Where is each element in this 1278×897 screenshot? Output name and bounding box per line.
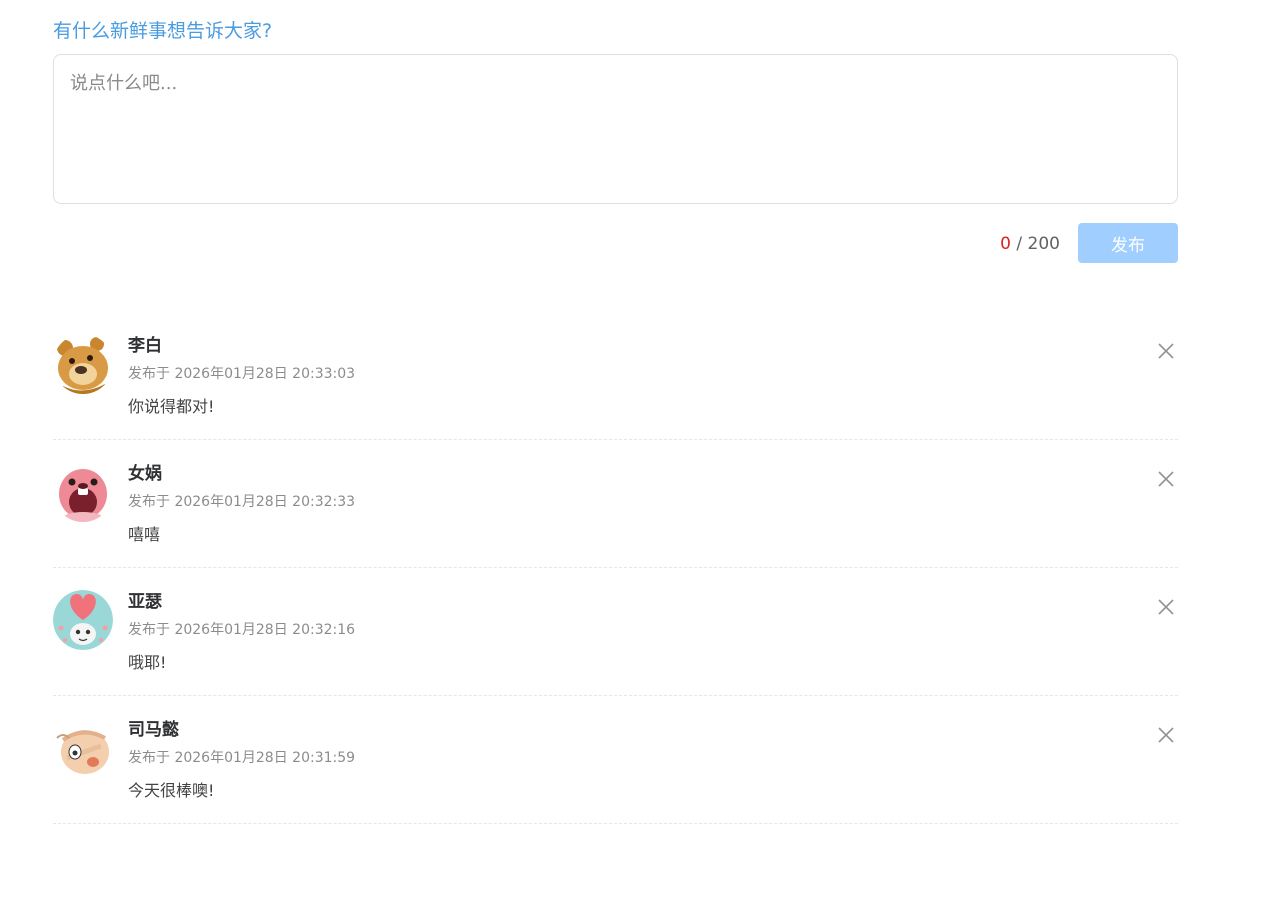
comment-time: 发布于 2026年01月28日 20:31:59 xyxy=(128,750,356,766)
bear-avatar-icon xyxy=(53,334,113,394)
comment-content: 今天很棒噢! xyxy=(128,781,215,800)
comment-author: 李白 xyxy=(128,336,162,356)
close-icon[interactable] xyxy=(1154,467,1178,491)
comment-author: 司马懿 xyxy=(128,720,179,740)
comment-list: 李白 发布于 2026年01月28日 20:33:03 你说得都对! 女娲 发布… xyxy=(53,312,1178,824)
close-icon[interactable] xyxy=(1154,723,1178,747)
comment-author: 女娲 xyxy=(128,464,162,484)
comment-item: 亚瑟 发布于 2026年01月28日 20:32:16 哦耶! xyxy=(53,568,1178,696)
comment-author: 亚瑟 xyxy=(128,592,162,612)
bandaged-face-avatar-icon xyxy=(53,718,113,778)
comment-content: 嘻嘻 xyxy=(128,525,161,544)
char-count-separator: / xyxy=(1011,234,1028,254)
comment-time: 发布于 2026年01月28日 20:33:03 xyxy=(128,366,356,382)
comment-time: 发布于 2026年01月28日 20:32:16 xyxy=(128,622,356,638)
composer-prompt: 有什么新鲜事想告诉大家? xyxy=(53,20,273,42)
char-count-current: 0 xyxy=(1000,234,1011,254)
comment-content: 你说得都对! xyxy=(128,397,215,416)
heart-character-avatar-icon xyxy=(53,590,113,650)
char-counter: 0 / 200 xyxy=(1000,232,1060,256)
comment-textarea[interactable] xyxy=(53,54,1178,204)
char-count-max: 200 xyxy=(1027,234,1060,254)
close-icon[interactable] xyxy=(1154,595,1178,619)
pink-beaver-avatar-icon xyxy=(53,462,113,522)
comment-content: 哦耶! xyxy=(128,653,167,672)
comment-item: 司马懿 发布于 2026年01月28日 20:31:59 今天很棒噢! xyxy=(53,696,1178,824)
comment-item: 女娲 发布于 2026年01月28日 20:32:33 嘻嘻 xyxy=(53,440,1178,568)
publish-button[interactable]: 发布 xyxy=(1078,223,1178,263)
comment-time: 发布于 2026年01月28日 20:32:33 xyxy=(128,494,356,510)
comment-item: 李白 发布于 2026年01月28日 20:33:03 你说得都对! xyxy=(53,312,1178,440)
close-icon[interactable] xyxy=(1154,339,1178,363)
